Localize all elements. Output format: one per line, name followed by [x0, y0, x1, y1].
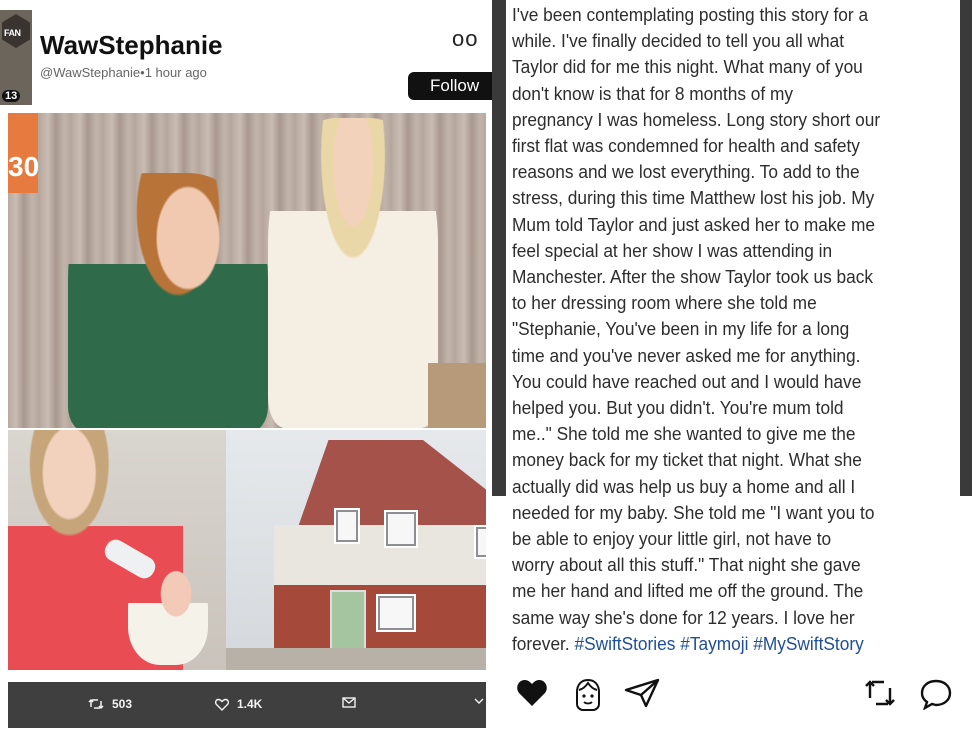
- caption-lines: I've been contemplating posting this sto…: [512, 2, 921, 631]
- chevron-icon: [474, 698, 484, 704]
- caption-line: be able to enjoy your little girl, not h…: [512, 528, 832, 550]
- taymoji-face-icon[interactable]: [573, 678, 603, 712]
- caption-line: worry about all this stuff." That night …: [512, 554, 861, 576]
- photo-overlay-text: 30: [8, 151, 40, 182]
- caption-line: same way she's done for 12 years. I love…: [512, 606, 855, 628]
- avatar-badge-text: FAN: [4, 28, 21, 38]
- house-window: [474, 525, 486, 559]
- follow-button[interactable]: Follow: [408, 72, 492, 100]
- message-action[interactable]: [342, 697, 356, 708]
- caption-line: Manchester. After the show Taylor took u…: [512, 266, 874, 288]
- send-icon[interactable]: [624, 678, 660, 708]
- caption-line: money back for my ticket that night. Wha…: [512, 449, 862, 471]
- caption-line: "Stephanie, You've been in my life for a…: [512, 318, 850, 340]
- retweet-action[interactable]: 503: [88, 697, 132, 711]
- hashtags[interactable]: #SwiftStories #Taymoji #MySwiftStory: [574, 633, 863, 654]
- instagram-panel: I've been contemplating posting this sto…: [492, 0, 980, 735]
- caption-line: actually did was help us buy a home and …: [512, 475, 856, 497]
- caption-line: me.." She told me she wanted to give me …: [512, 423, 856, 445]
- like-count: 1.4K: [237, 697, 263, 711]
- mail-icon: [342, 697, 356, 708]
- comment-bubble-icon[interactable]: [919, 678, 953, 710]
- caption-line: I've been contemplating posting this sto…: [512, 4, 869, 25]
- avatar[interactable]: FAN 13: [0, 10, 32, 105]
- caption-line: to her dressing room where she told me: [512, 292, 817, 314]
- caption-line: helped you. But you didn't. You're mum t…: [512, 397, 844, 419]
- house-ground: [226, 648, 486, 670]
- more-options-icon[interactable]: oo: [452, 26, 478, 52]
- tweet-panel: FAN 13 WawStephanie @WawStephanie•1 hour…: [0, 0, 492, 735]
- caption-line: stress, during this time Matthew lost hi…: [512, 187, 875, 209]
- heart-outline-icon: [215, 698, 229, 711]
- post-caption: I've been contemplating posting this sto…: [512, 2, 921, 657]
- caption-line: needed for my baby. She told me "I want …: [512, 501, 875, 523]
- avatar-number: 13: [2, 90, 21, 102]
- instagram-action-bar: [492, 678, 980, 723]
- scrollbar-right[interactable]: [960, 0, 972, 496]
- photo-person-right: [268, 118, 438, 428]
- caption-line: You could have reached out and I would h…: [512, 370, 862, 392]
- caption-line: while. I've finally decided to tell you …: [512, 30, 845, 52]
- caption-line: don't know is that for 8 months of my: [512, 82, 794, 104]
- tweet-action-bar: 503 1.4K: [8, 682, 486, 728]
- handle-line: @WawStephanie•1 hour ago: [40, 65, 207, 80]
- caption-last-line: forever. #SwiftStories #Taymoji #MySwift…: [512, 631, 921, 657]
- caption-line: reasons and we lost everything. To add t…: [512, 161, 860, 183]
- display-name[interactable]: WawStephanie: [40, 30, 223, 61]
- retweet-count: 503: [112, 697, 133, 711]
- caption-line: pregnancy I was homeless. Long story sho…: [512, 108, 881, 130]
- house-window: [384, 510, 418, 548]
- tweet-photo-mother-baby[interactable]: [8, 430, 226, 670]
- repost-icon[interactable]: [864, 678, 896, 708]
- tweet-photo-main[interactable]: 30: [8, 113, 486, 428]
- caption-line: time and you've never asked me for anyth…: [512, 344, 861, 366]
- photo-overlay: 30: [8, 113, 40, 193]
- photo-person-left: [68, 173, 268, 428]
- tweet-photo-house[interactable]: [226, 430, 486, 670]
- house-roof: [297, 440, 486, 530]
- photo-table: [428, 363, 486, 428]
- caption-line: me her hand and lifted me off the ground…: [512, 580, 864, 602]
- caption-line: Mum told Taylor and just asked her to ma…: [512, 213, 875, 235]
- like-action[interactable]: 1.4K: [215, 697, 262, 711]
- heart-filled-icon[interactable]: [516, 678, 548, 708]
- house-window: [376, 594, 416, 632]
- photo-baby: [128, 570, 208, 665]
- caption-final-word: forever.: [512, 632, 570, 654]
- caption-line: first flat was condemned for health and …: [512, 135, 860, 157]
- retweet-icon: [88, 698, 104, 710]
- caption-line: Taylor did for me this night. What many …: [512, 56, 863, 78]
- handle[interactable]: @WawStephanie: [40, 65, 140, 80]
- chevron-action[interactable]: [474, 697, 484, 705]
- caption-line: feel special at her show I was attending…: [512, 239, 833, 261]
- timestamp[interactable]: 1 hour ago: [145, 65, 207, 80]
- scrollbar-left[interactable]: [492, 0, 506, 496]
- house-window: [334, 508, 360, 544]
